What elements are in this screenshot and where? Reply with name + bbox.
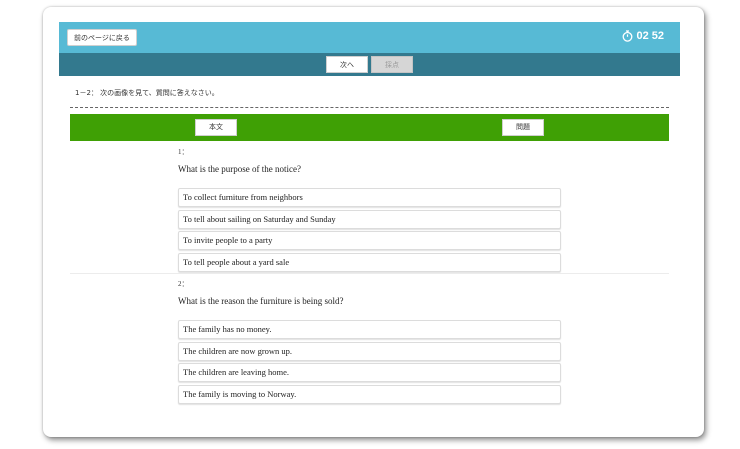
answer-option[interactable]: The family has no money. bbox=[178, 320, 561, 339]
next-button[interactable]: 次へ bbox=[326, 56, 368, 73]
tab-bar: 本文 問題 bbox=[70, 114, 669, 141]
timer-value: 02 52 bbox=[636, 30, 664, 42]
answer-option[interactable]: The children are now grown up. bbox=[178, 341, 561, 361]
back-button[interactable]: 前のページに戻る bbox=[67, 29, 137, 46]
answer-option[interactable]: The family is moving to Norway. bbox=[178, 384, 561, 404]
divider bbox=[70, 107, 669, 108]
answer-option[interactable]: To tell people about a yard sale bbox=[178, 252, 561, 272]
grade-button: 採点 bbox=[371, 56, 413, 73]
question-text: What is the purpose of the notice? bbox=[178, 164, 301, 174]
tab-questions-button[interactable]: 問題 bbox=[502, 119, 544, 136]
top-bar: 前のページに戻る 02 52 bbox=[59, 22, 680, 53]
answer-options: The family has no money. The children ar… bbox=[178, 320, 561, 404]
question-number: 2： bbox=[178, 280, 189, 288]
stopwatch-icon bbox=[622, 30, 633, 42]
timer: 02 52 bbox=[622, 30, 664, 42]
question-text: What is the reason the furniture is bein… bbox=[178, 296, 344, 306]
answer-option[interactable]: To collect furniture from neighbors bbox=[178, 188, 561, 207]
answer-option[interactable]: To tell about sailing on Saturday and Su… bbox=[178, 209, 561, 229]
question-2: 2： What is the reason the furniture is b… bbox=[178, 279, 561, 406]
answer-options: To collect furniture from neighbors To t… bbox=[178, 188, 561, 272]
tab-text-button[interactable]: 本文 bbox=[195, 119, 237, 136]
question-number: 1： bbox=[178, 148, 189, 156]
question-1: 1： What is the purpose of the notice? To… bbox=[178, 147, 561, 274]
question-separator bbox=[70, 273, 669, 274]
answer-option[interactable]: To invite people to a party bbox=[178, 231, 561, 250]
nav-bar: 次へ 採点 bbox=[59, 53, 680, 76]
answer-option[interactable]: The children are leaving home. bbox=[178, 363, 561, 382]
instruction-text: 1－2： 次の画像を見て、質問に答えなさい。 bbox=[75, 89, 219, 97]
